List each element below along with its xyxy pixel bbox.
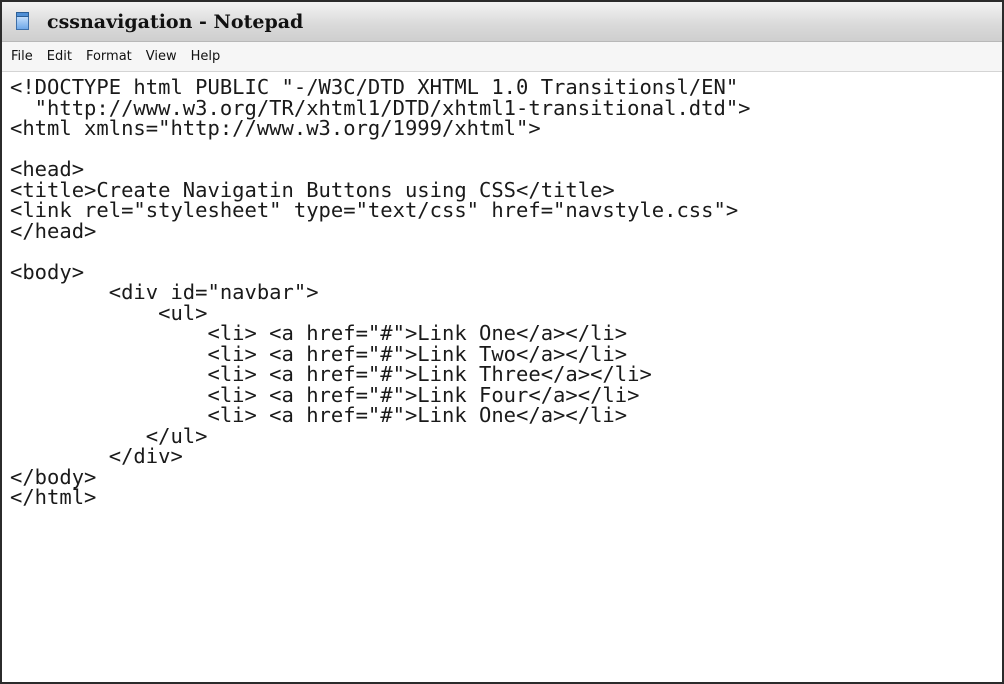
- text-editor-area[interactable]: <!DOCTYPE html PUBLIC "-/W3C/DTD XHTML 1…: [2, 73, 1002, 682]
- code-line: <head>: [10, 157, 85, 181]
- title-bar[interactable]: cssnavigation - Notepad: [2, 2, 1002, 42]
- code-line: <li> <a href="#">Link One</a></li>: [10, 403, 628, 427]
- menu-edit[interactable]: Edit: [42, 45, 77, 68]
- menu-file[interactable]: File: [6, 45, 38, 68]
- code-line: </head>: [10, 218, 97, 243]
- code-line: </body>: [10, 464, 97, 489]
- code-line: <ul>: [10, 300, 208, 325]
- notepad-window: cssnavigation - Notepad File Edit Format…: [0, 0, 1004, 684]
- code-line: <body>: [10, 259, 85, 284]
- menu-help[interactable]: Help: [186, 45, 226, 68]
- menu-view[interactable]: View: [141, 45, 182, 68]
- menu-bar: File Edit Format View Help: [2, 42, 1002, 72]
- code-line: <html xmlns="http://www.w3.org/1999/xhtm…: [10, 116, 541, 140]
- code-line: <li> <a href="#">Link One</a></li>: [10, 321, 628, 345]
- code-line: <title>Create Navigatin Buttons using CS…: [10, 177, 615, 202]
- code-line: <link rel="stylesheet" type="text/css" h…: [10, 198, 739, 222]
- code-line: </html>: [10, 485, 97, 509]
- code-line: <li> <a href="#">Link Two</a></li>: [10, 341, 628, 366]
- notepad-icon: [14, 12, 31, 31]
- code-line: <!DOCTYPE html PUBLIC "-/W3C/DTD XHTML 1…: [10, 75, 739, 99]
- code-line: </ul>: [10, 423, 208, 448]
- code-line: <div id="navbar">: [10, 280, 319, 304]
- code-line: <li> <a href="#">Link Three</a></li>: [10, 362, 652, 386]
- menu-format[interactable]: Format: [81, 45, 137, 68]
- code-line: </div>: [10, 444, 183, 468]
- code-line: "http://www.w3.org/TR/xhtml1/DTD/xhtml1-…: [10, 95, 751, 120]
- window-title: cssnavigation - Notepad: [47, 10, 304, 33]
- code-line: <li> <a href="#">Link Four</a></li>: [10, 382, 640, 407]
